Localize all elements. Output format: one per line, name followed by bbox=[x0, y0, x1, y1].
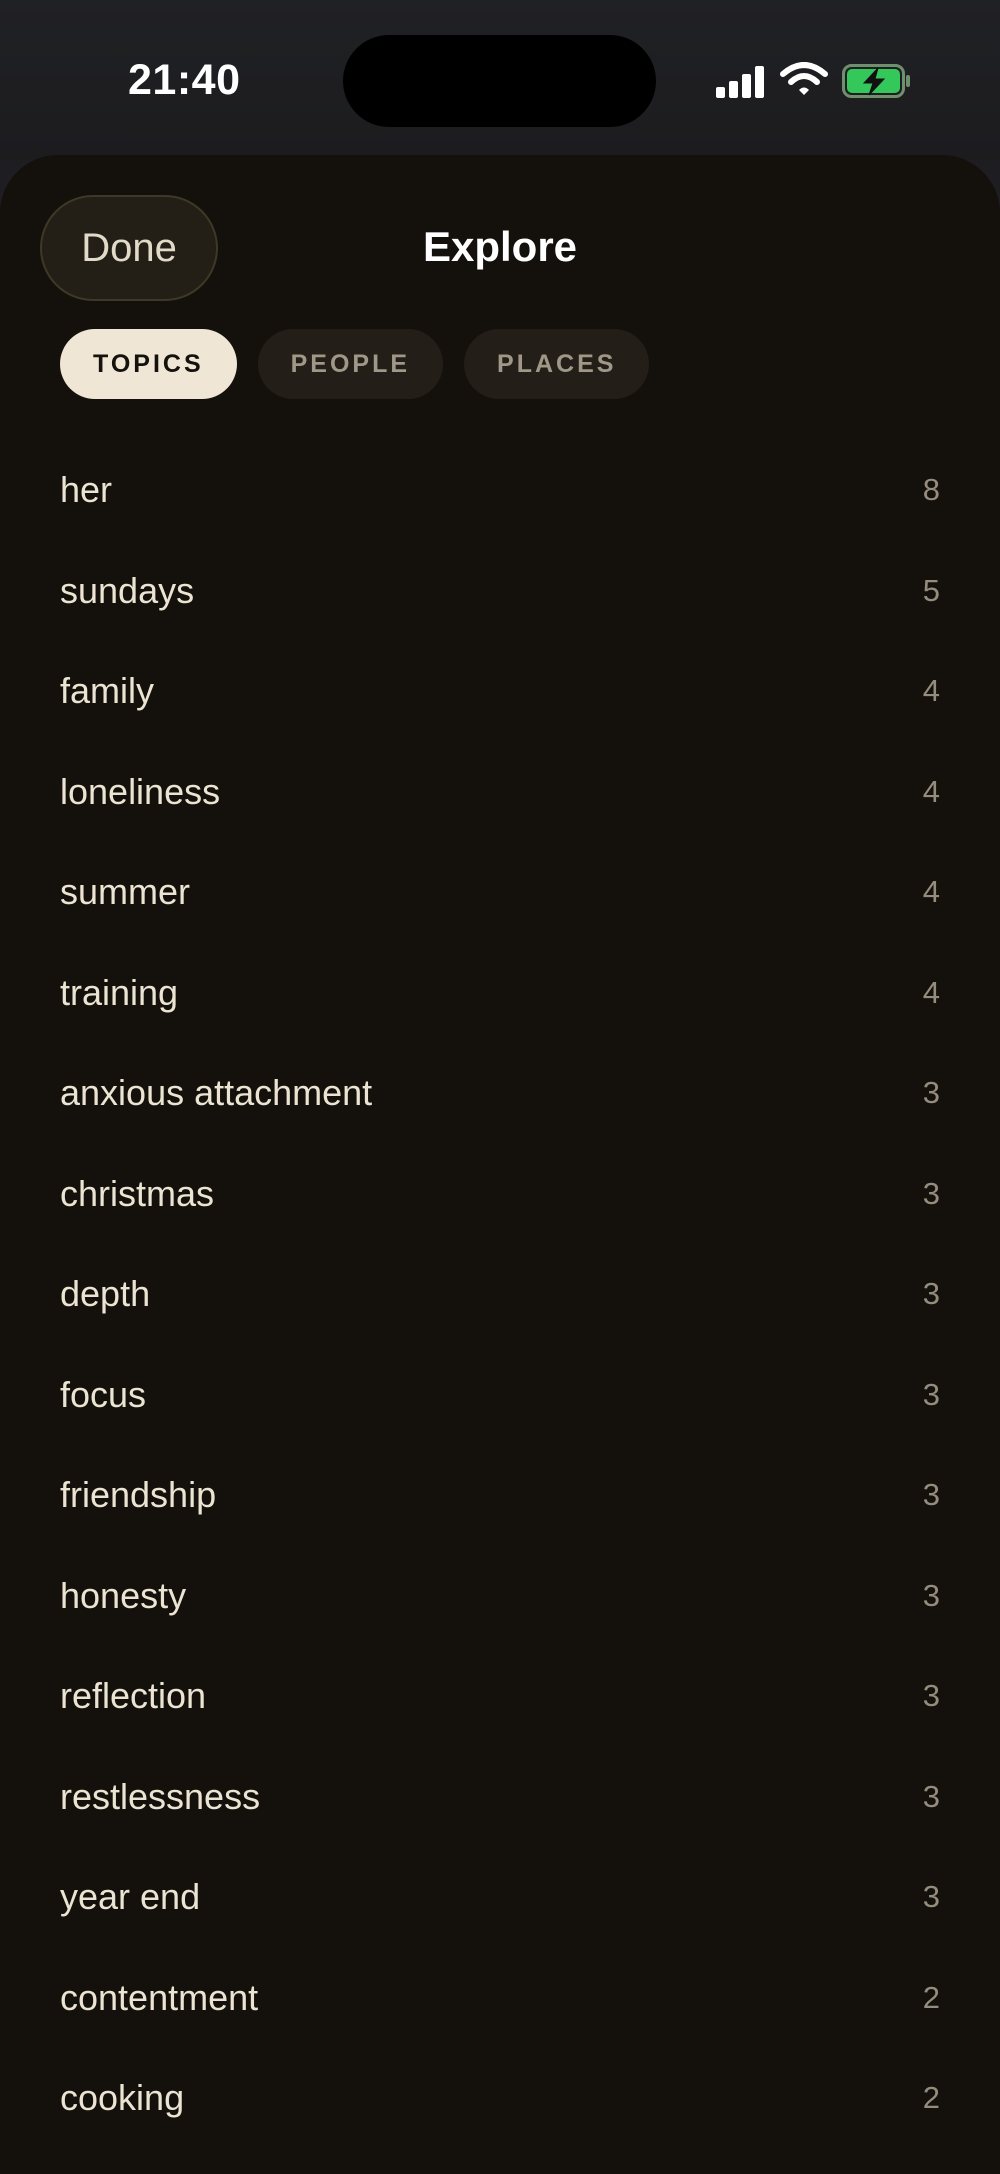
topic-count: 4 bbox=[922, 673, 940, 709]
topic-row[interactable]: depth 3 bbox=[60, 1244, 940, 1345]
topic-label: christmas bbox=[60, 1172, 215, 1214]
topic-label: sundays bbox=[60, 569, 195, 611]
topic-label: family bbox=[60, 670, 155, 712]
topic-row[interactable]: loneliness 4 bbox=[60, 742, 940, 843]
topic-label: reflection bbox=[60, 1675, 207, 1717]
wifi-icon bbox=[780, 62, 828, 95]
tab-places[interactable]: PLACES bbox=[464, 329, 650, 399]
topic-row[interactable]: friendship 3 bbox=[60, 1445, 940, 1546]
topic-count: 3 bbox=[922, 1075, 940, 1111]
topic-label: training bbox=[60, 971, 179, 1013]
topic-row[interactable]: contentment 2 bbox=[60, 1948, 940, 2049]
topic-label: friendship bbox=[60, 1474, 217, 1516]
battery-charging-icon bbox=[842, 64, 910, 98]
topic-count: 4 bbox=[922, 874, 940, 910]
topic-row[interactable]: reflection 3 bbox=[60, 1646, 940, 1747]
topic-count: 3 bbox=[922, 1276, 940, 1312]
status-time: 21:40 bbox=[128, 56, 241, 104]
topic-list: her 8 sundays 5 family 4 loneliness 4 summer… bbox=[60, 440, 940, 2149]
status-bar: 21:40 bbox=[0, 0, 1000, 160]
page-title: Explore bbox=[422, 223, 578, 270]
topic-label: loneliness bbox=[60, 770, 221, 812]
topic-count: 8 bbox=[922, 472, 940, 508]
topic-count: 3 bbox=[922, 1678, 940, 1714]
explore-sheet: Done Explore TOPICS PEOPLE PLACES her 8 s… bbox=[0, 155, 1000, 2174]
topic-row[interactable]: family 4 bbox=[60, 641, 940, 742]
tab-bar: TOPICS PEOPLE PLACES bbox=[60, 329, 650, 399]
topic-count: 3 bbox=[922, 1175, 940, 1211]
topic-label: year end bbox=[60, 1876, 201, 1918]
topic-count: 2 bbox=[922, 1979, 940, 2015]
cellular-signal-icon bbox=[716, 66, 766, 98]
topic-row[interactable]: cooking 2 bbox=[60, 2048, 940, 2149]
topic-row[interactable]: summer 4 bbox=[60, 842, 940, 943]
dynamic-island bbox=[343, 35, 656, 127]
topic-label: anxious attachment bbox=[60, 1072, 373, 1114]
topic-row[interactable]: her 8 bbox=[60, 440, 940, 541]
topic-label: depth bbox=[60, 1273, 151, 1315]
topic-count: 2 bbox=[922, 2080, 940, 2116]
topic-row[interactable]: year end 3 bbox=[60, 1847, 940, 1948]
topic-row[interactable]: restlessness 3 bbox=[60, 1747, 940, 1848]
topic-row[interactable]: training 4 bbox=[60, 943, 940, 1044]
topic-label: her bbox=[60, 469, 113, 511]
topic-row[interactable]: sundays 5 bbox=[60, 541, 940, 642]
topic-label: cooking bbox=[60, 2077, 185, 2119]
topic-count: 3 bbox=[922, 1477, 940, 1513]
topic-row[interactable]: christmas 3 bbox=[60, 1144, 940, 1245]
topic-label: summer bbox=[60, 871, 191, 913]
tab-topics[interactable]: TOPICS bbox=[60, 329, 237, 399]
topic-row[interactable]: focus 3 bbox=[60, 1345, 940, 1446]
topic-label: honesty bbox=[60, 1574, 187, 1616]
topic-count: 3 bbox=[922, 1778, 940, 1814]
topic-count: 5 bbox=[922, 572, 940, 608]
topic-count: 3 bbox=[922, 1879, 940, 1915]
topic-label: contentment bbox=[60, 1976, 259, 2018]
topic-label: restlessness bbox=[60, 1775, 261, 1817]
topic-row[interactable]: anxious attachment 3 bbox=[60, 1043, 940, 1144]
topic-label: focus bbox=[60, 1373, 147, 1415]
topic-row[interactable]: honesty 3 bbox=[60, 1546, 940, 1647]
topic-count: 4 bbox=[922, 773, 940, 809]
tab-people[interactable]: PEOPLE bbox=[257, 329, 444, 399]
topic-count: 4 bbox=[922, 974, 940, 1010]
topic-count: 3 bbox=[922, 1577, 940, 1613]
topic-count: 3 bbox=[922, 1376, 940, 1412]
